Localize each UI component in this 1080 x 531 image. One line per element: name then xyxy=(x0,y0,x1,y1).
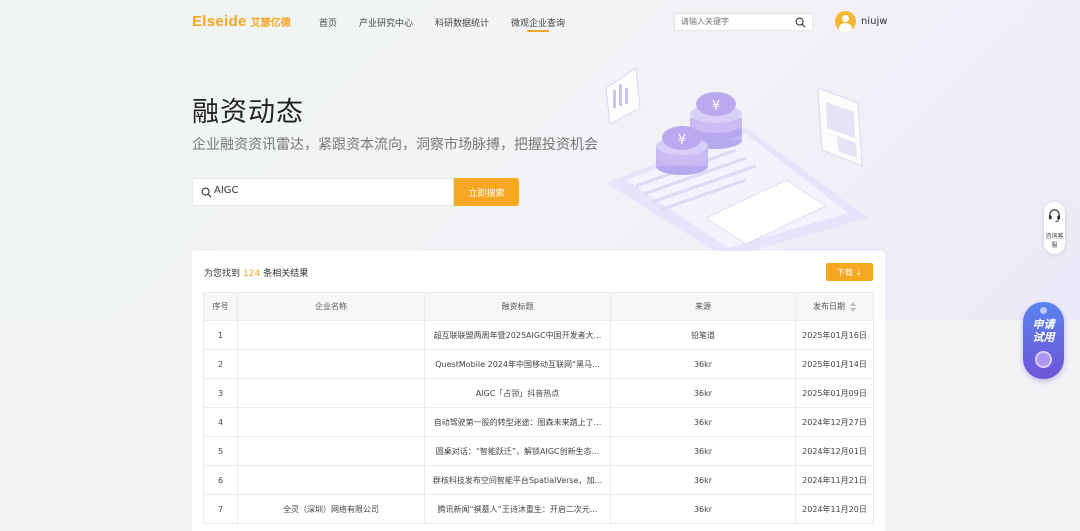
cell-source: 36kr xyxy=(610,436,796,466)
username[interactable]: niujw xyxy=(861,16,887,27)
cell-date: 2025年01月14日 xyxy=(795,349,874,379)
cell-date: 2024年12月01日 xyxy=(795,436,874,466)
cell-company[interactable]: 全灵（深圳）网络有限公司 xyxy=(237,494,425,524)
svg-text:¥: ¥ xyxy=(712,99,720,114)
nav-item-research-statistics[interactable]: 科研数据统计 xyxy=(435,16,489,29)
cell-title[interactable]: AIGC「占领」抖音热点 xyxy=(424,378,611,408)
table-row[interactable]: 4 自动驾驶第一股的转型迷途：图森未来踏上了... 36kr 2024年12月2… xyxy=(203,407,874,437)
search-icon[interactable] xyxy=(795,17,806,28)
trial-label: 申请 试用 xyxy=(1023,318,1064,344)
logo-text-en: Elseide xyxy=(192,13,247,30)
header-search-input[interactable] xyxy=(681,17,791,26)
hero-search-box xyxy=(192,178,454,206)
table-row[interactable]: 7 全灵（深圳）网络有限公司 腾讯新闻“撰墓人”王诗沐重生：开启二次元... 3… xyxy=(203,494,874,524)
nav-item-home[interactable]: 首页 xyxy=(319,16,337,29)
cell-date: 2024年11月20日 xyxy=(795,494,874,524)
cell-index: 6 xyxy=(203,465,238,495)
column-header-title: 融资标题 xyxy=(424,292,611,321)
top-header: Elseide 艾瑟亿德 首页 产业研究中心 科研数据统计 微观企业查询 niu… xyxy=(0,0,1080,44)
date-label: 发布日期 xyxy=(813,302,845,311)
cell-company[interactable] xyxy=(237,436,425,466)
nav-item-industry-research[interactable]: 产业研究中心 xyxy=(359,16,413,29)
cell-index: 7 xyxy=(203,494,238,524)
cell-index: 2 xyxy=(203,349,238,379)
cell-index: 3 xyxy=(203,378,238,408)
cell-date: 2025年01月16日 xyxy=(795,320,874,350)
table-row[interactable]: 3 AIGC「占领」抖音热点 36kr 2025年01月09日 xyxy=(203,378,874,408)
logo-text-cn: 艾瑟亿德 xyxy=(250,18,291,29)
logo[interactable]: Elseide 艾瑟亿德 xyxy=(192,13,291,30)
search-now-button[interactable]: 立即搜索 xyxy=(454,178,519,206)
result-count-number: 124 xyxy=(243,269,261,279)
cell-company[interactable] xyxy=(237,378,425,408)
apply-trial-widget[interactable]: 申请 试用 xyxy=(1023,302,1064,379)
column-header-source: 来源 xyxy=(610,292,796,321)
cell-title[interactable]: 自动驾驶第一股的转型迷途：图森未来踏上了... xyxy=(424,407,611,437)
table-row[interactable]: 6 群核科技发布空间智能平台SpatialVerse，加... 36kr 202… xyxy=(203,465,874,495)
cell-index: 4 xyxy=(203,407,238,437)
cell-title[interactable]: 腾讯新闻“撰墓人”王诗沐重生：开启二次元... xyxy=(424,494,611,524)
table-row[interactable]: 1 超互联联盟两周年暨2025AIGC中国开发者大... 铅笔道 2025年01… xyxy=(203,320,874,350)
trial-dot-icon xyxy=(1040,307,1047,314)
cell-source: 36kr xyxy=(610,494,796,524)
cell-date: 2024年11月21日 xyxy=(795,465,874,495)
svg-text:¥: ¥ xyxy=(678,133,686,148)
cell-source: 36kr xyxy=(610,378,796,408)
download-button[interactable]: 下载 ⇣ xyxy=(826,263,873,281)
trial-label-line2: 试用 xyxy=(1032,331,1055,344)
result-count: 为您找到 124 条相关结果 xyxy=(204,266,308,279)
cell-title[interactable]: 超互联联盟两周年暨2025AIGC中国开发者大... xyxy=(424,320,611,350)
cell-date: 2024年12月27日 xyxy=(795,407,874,437)
cell-source: 36kr xyxy=(610,349,796,379)
cell-index: 1 xyxy=(203,320,238,350)
cell-index: 5 xyxy=(203,436,238,466)
header-search-box xyxy=(674,13,813,31)
cell-title[interactable]: QuestMobile 2024年中国移动互联网“黑马... xyxy=(424,349,611,379)
avatar[interactable] xyxy=(835,11,856,32)
page-subtitle: 企业融资资讯雷达，紧跟资本流向，洞察市场脉搏，把握投资机会 xyxy=(192,137,598,153)
table-row[interactable]: 2 QuestMobile 2024年中国移动互联网“黑马... 36kr 20… xyxy=(203,349,874,379)
hero-search-input[interactable] xyxy=(214,185,434,196)
trial-label-line1: 申请 xyxy=(1032,318,1055,331)
customer-service-widget[interactable]: 咨询客服 xyxy=(1044,202,1065,254)
column-header-date[interactable]: 发布日期 xyxy=(795,292,874,321)
cell-company[interactable] xyxy=(237,349,425,379)
cell-company[interactable] xyxy=(237,465,425,495)
user-menu[interactable]: niujw xyxy=(835,11,887,32)
cell-date: 2025年01月09日 xyxy=(795,378,874,408)
cell-company[interactable] xyxy=(237,407,425,437)
cell-source: 铅笔道 xyxy=(610,320,796,350)
main-nav: 首页 产业研究中心 科研数据统计 微观企业查询 xyxy=(319,16,587,32)
results-table: 序号 企业名称 融资标题 来源 发布日期 1 超互联联盟两周年暨2025AIGC… xyxy=(203,292,874,524)
cell-title[interactable]: 群核科技发布空间智能平台SpatialVerse，加... xyxy=(424,465,611,495)
table-header-row: 序号 企业名称 融资标题 来源 发布日期 xyxy=(203,292,874,321)
consult-label: 咨询客服 xyxy=(1045,233,1064,249)
column-header-company: 企业名称 xyxy=(237,292,425,321)
page-title: 融资动态 xyxy=(192,97,304,128)
cell-company[interactable] xyxy=(237,320,425,350)
cell-source: 36kr xyxy=(610,465,796,495)
result-count-prefix: 为您找到 xyxy=(204,269,241,279)
table-row[interactable]: 5 圆桌对话：“智能跃迁”，解锁AIGC创新生态... 36kr 2024年12… xyxy=(203,436,874,466)
finance-illustration: ¥ ¥ xyxy=(605,67,868,258)
search-icon xyxy=(201,187,212,198)
sort-icon[interactable] xyxy=(850,301,856,312)
headset-icon xyxy=(1048,209,1061,223)
cell-source: 36kr xyxy=(610,407,796,437)
results-card: 为您找到 124 条相关结果 下载 ⇣ 序号 企业名称 融资标题 来源 发布日期 1… xyxy=(192,251,885,531)
trial-badge-icon xyxy=(1035,351,1052,368)
column-header-index: 序号 xyxy=(203,292,238,321)
cell-title[interactable]: 圆桌对话：“智能跃迁”，解锁AIGC创新生态... xyxy=(424,436,611,466)
result-count-suffix: 条相关结果 xyxy=(263,269,309,279)
nav-item-company-query[interactable]: 微观企业查询 xyxy=(511,16,565,32)
